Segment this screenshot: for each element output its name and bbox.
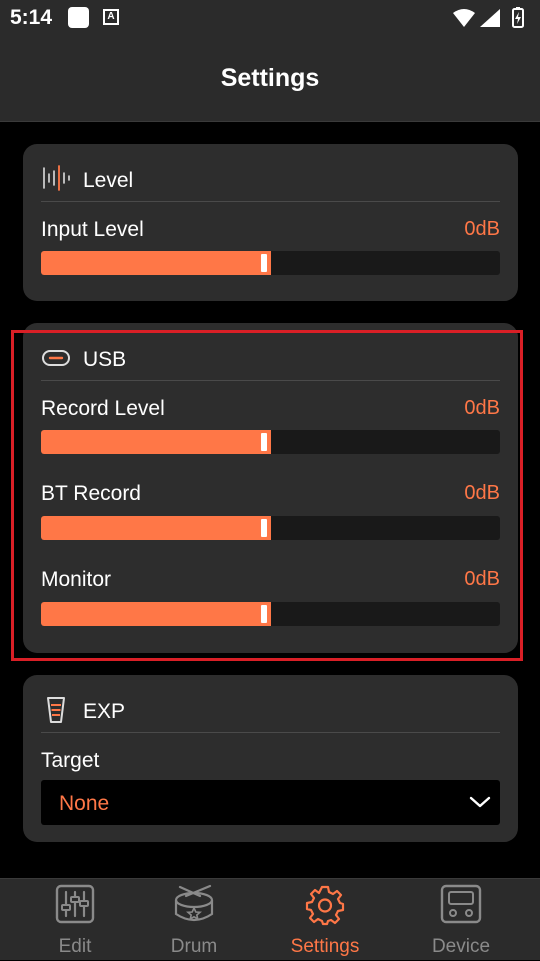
card-divider — [41, 732, 500, 733]
sliders-icon — [55, 884, 95, 929]
nav-item-drum[interactable]: Drum — [129, 879, 259, 961]
slider-thumb[interactable] — [261, 433, 267, 451]
input-level-value: 0dB — [464, 218, 500, 240]
nav-label-edit: Edit — [58, 936, 92, 957]
bottom-nav: Edit Drum Settings Device — [0, 878, 540, 960]
battery-icon — [512, 7, 524, 28]
nav-label-settings: Settings — [290, 936, 360, 957]
slider-fill — [41, 251, 271, 275]
expression-pedal-icon — [41, 695, 71, 730]
drum-icon — [172, 884, 216, 929]
bt-record-label: BT Record — [41, 482, 141, 505]
nav-label-drum: Drum — [170, 936, 218, 957]
level-card: Level Input Level 0dB — [23, 144, 518, 301]
slider-thumb[interactable] — [261, 519, 267, 537]
usb-card-title: USB — [83, 348, 127, 371]
device-icon — [440, 884, 482, 929]
target-select-value: None — [59, 792, 110, 815]
slider-thumb[interactable] — [261, 605, 267, 623]
accessibility-a-icon: A — [103, 9, 119, 25]
target-label: Target — [41, 749, 100, 772]
slider-thumb[interactable] — [261, 254, 267, 272]
record-level-label: Record Level — [41, 397, 165, 420]
nav-item-device[interactable]: Device — [396, 879, 526, 961]
nav-item-settings[interactable]: Settings — [260, 879, 390, 961]
card-divider — [41, 380, 500, 381]
target-select[interactable]: None — [41, 780, 500, 825]
status-time: 5:14 — [10, 6, 53, 29]
monitor-slider[interactable] — [41, 602, 500, 626]
waveform-icon — [41, 164, 71, 199]
slider-fill — [41, 430, 271, 454]
exp-card-header: EXP — [41, 695, 500, 727]
level-card-title: Level — [83, 169, 134, 192]
monitor-label: Monitor — [41, 568, 112, 591]
wifi-icon — [453, 9, 475, 27]
slider-fill — [41, 602, 271, 626]
card-divider — [41, 201, 500, 202]
usb-card: USB Record Level 0dB BT Record 0dB Monit… — [23, 323, 518, 653]
status-bar: 5:14 A — [0, 0, 540, 36]
input-level-label: Input Level — [41, 218, 144, 241]
bt-record-value: 0dB — [464, 482, 500, 504]
chevron-down-icon — [468, 793, 492, 816]
notification-square-icon — [68, 7, 89, 28]
record-level-value: 0dB — [464, 397, 500, 419]
input-level-slider[interactable] — [41, 251, 500, 275]
usb-card-header: USB — [41, 343, 500, 375]
app-header: Settings — [0, 36, 540, 122]
usb-icon — [41, 343, 71, 378]
page-title: Settings — [220, 64, 320, 92]
gear-icon — [304, 884, 346, 931]
bt-record-slider[interactable] — [41, 516, 500, 540]
exp-card: EXP Target None — [23, 675, 518, 842]
exp-card-title: EXP — [83, 700, 126, 723]
status-icons — [452, 6, 530, 35]
slider-fill — [41, 516, 271, 540]
nav-item-edit[interactable]: Edit — [10, 879, 140, 961]
cell-signal-icon — [480, 9, 500, 27]
monitor-value: 0dB — [464, 568, 500, 590]
nav-label-device: Device — [431, 936, 491, 957]
record-level-slider[interactable] — [41, 430, 500, 454]
level-card-header: Level — [41, 164, 500, 196]
